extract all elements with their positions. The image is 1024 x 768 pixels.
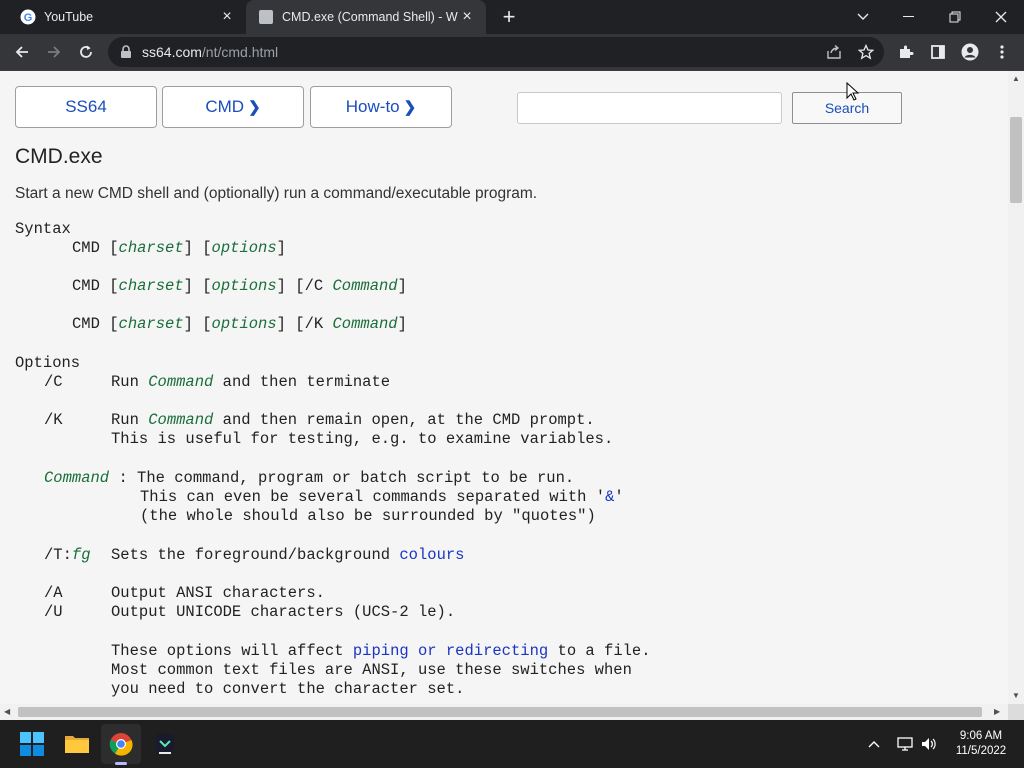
nav-cmd-button[interactable]: CMD ❯: [162, 86, 304, 128]
tab-youtube[interactable]: G YouTube ×: [8, 0, 246, 34]
option-u-desc: Output UNICODE characters (UCS-2 le).: [111, 603, 456, 621]
address-bar[interactable]: ss64.com/nt/cmd.html: [108, 37, 884, 67]
minimize-button[interactable]: [886, 0, 932, 34]
tab-search-chevron-down-icon[interactable]: [840, 0, 886, 34]
tab-strip: G YouTube × CMD.exe (Command Shell) - Wi…: [0, 0, 1024, 34]
option-c-switch: /C: [44, 373, 63, 391]
share-icon[interactable]: [820, 38, 848, 66]
nav-label: CMD: [205, 97, 245, 116]
close-window-button[interactable]: [978, 0, 1024, 34]
nav-howto-button[interactable]: How-to ❯: [310, 86, 452, 128]
page-icon: [258, 9, 274, 25]
show-hidden-icons-chevron-up-icon[interactable]: [868, 720, 880, 768]
option-k-switch: /K: [44, 411, 63, 429]
option-a-desc: Output ANSI characters.: [111, 584, 325, 602]
option-c-desc: Run Command and then terminate: [111, 373, 391, 391]
close-tab-icon[interactable]: ×: [458, 8, 476, 26]
svg-text:G: G: [24, 12, 33, 24]
profile-avatar-icon[interactable]: [956, 38, 984, 66]
extensions-puzzle-icon[interactable]: [892, 38, 920, 66]
new-tab-button[interactable]: +: [496, 4, 522, 30]
browser-toolbar: ss64.com/nt/cmd.html: [0, 34, 1024, 71]
lock-icon[interactable]: [120, 45, 134, 59]
page-title: CMD.exe: [15, 145, 103, 168]
vertical-scroll-thumb[interactable]: [1010, 117, 1022, 203]
option-a-switch: /A: [44, 584, 63, 602]
windows-start-icon[interactable]: [12, 724, 52, 764]
nav-label: How-to: [345, 97, 400, 116]
scrollbar-corner: [1008, 704, 1024, 720]
horizontal-scrollbar[interactable]: ◀ ▶: [0, 704, 1008, 720]
option-u-switch: /U: [44, 603, 63, 621]
options-heading: Options: [15, 354, 81, 372]
menu-kebab-icon[interactable]: [988, 38, 1016, 66]
syntax-line-3: CMD [charset] [options] [/K Command]: [72, 315, 407, 333]
note-line-3: you need to convert the character set.: [111, 680, 465, 698]
web-page: SS64 CMD ❯ How-to ❯ Search CMD.exe Start…: [0, 71, 1008, 704]
mouse-cursor-icon: [846, 82, 860, 101]
app-icon[interactable]: [145, 724, 185, 764]
scroll-down-arrow-icon[interactable]: ▼: [1012, 691, 1020, 700]
colours-link[interactable]: colours: [399, 546, 464, 564]
restore-button[interactable]: [932, 0, 978, 34]
option-t-switch: /T:fg: [44, 546, 91, 564]
side-panel-icon[interactable]: [924, 38, 952, 66]
syntax-line-1: CMD [charset] [options]: [72, 239, 286, 257]
tab-cmd[interactable]: CMD.exe (Command Shell) - Win ×: [246, 0, 486, 34]
horizontal-scroll-thumb[interactable]: [18, 707, 982, 717]
chevron-right-icon: ❯: [248, 99, 261, 116]
option-t-desc: Sets the foreground/background colours: [111, 546, 465, 564]
bookmark-star-icon[interactable]: [852, 38, 880, 66]
syntax-line-2: CMD [charset] [options] [/C Command]: [72, 277, 407, 295]
clock-time: 9:06 AM: [959, 730, 1003, 742]
url-text: ss64.com/nt/cmd.html: [142, 44, 279, 60]
google-icon: G: [20, 9, 36, 25]
syntax-heading: Syntax: [15, 220, 71, 238]
scroll-right-arrow-icon[interactable]: ▶: [994, 707, 1000, 716]
intro-text: Start a new CMD shell and (optionally) r…: [15, 185, 538, 202]
option-k-desc: Run Command and then remain open, at the…: [111, 411, 595, 429]
note-line-1: These options will affect piping or redi…: [111, 642, 651, 660]
option-command-line-2: This can even be several commands separa…: [140, 488, 624, 506]
taskbar: 9:06 AM 11/5/2022: [0, 720, 1024, 768]
piping-link[interactable]: piping or redirecting: [353, 642, 548, 660]
back-arrow-icon[interactable]: [8, 38, 36, 66]
nav-label: SS64: [65, 97, 107, 116]
file-explorer-icon[interactable]: [57, 724, 97, 764]
reload-icon[interactable]: [72, 38, 100, 66]
scroll-up-arrow-icon[interactable]: ▲: [1012, 74, 1020, 83]
note-line-2: Most common text files are ANSI, use the…: [111, 661, 632, 679]
close-tab-icon[interactable]: ×: [218, 8, 236, 26]
chevron-right-icon: ❯: [403, 99, 417, 116]
nav-ss64-button[interactable]: SS64: [15, 86, 157, 128]
chrome-icon[interactable]: [101, 724, 141, 765]
vertical-scrollbar[interactable]: ▲ ▼: [1008, 71, 1024, 704]
scroll-left-arrow-icon[interactable]: ◀: [4, 707, 10, 716]
search-input[interactable]: [517, 92, 782, 124]
tab-title: CMD.exe (Command Shell) - Win: [282, 10, 458, 24]
option-command-line-3: (the whole should also be surrounded by …: [140, 507, 596, 525]
forward-arrow-icon[interactable]: [40, 38, 68, 66]
network-icon[interactable]: [896, 720, 914, 768]
option-command-line-1: Command : The command, program or batch …: [44, 469, 575, 487]
volume-icon[interactable]: [920, 720, 938, 768]
clock-date: 11/5/2022: [955, 745, 1007, 757]
tab-title: YouTube: [44, 10, 94, 24]
taskbar-clock[interactable]: 9:06 AM 11/5/2022: [946, 729, 1016, 759]
option-k-desc-2: This is useful for testing, e.g. to exam…: [111, 430, 614, 448]
